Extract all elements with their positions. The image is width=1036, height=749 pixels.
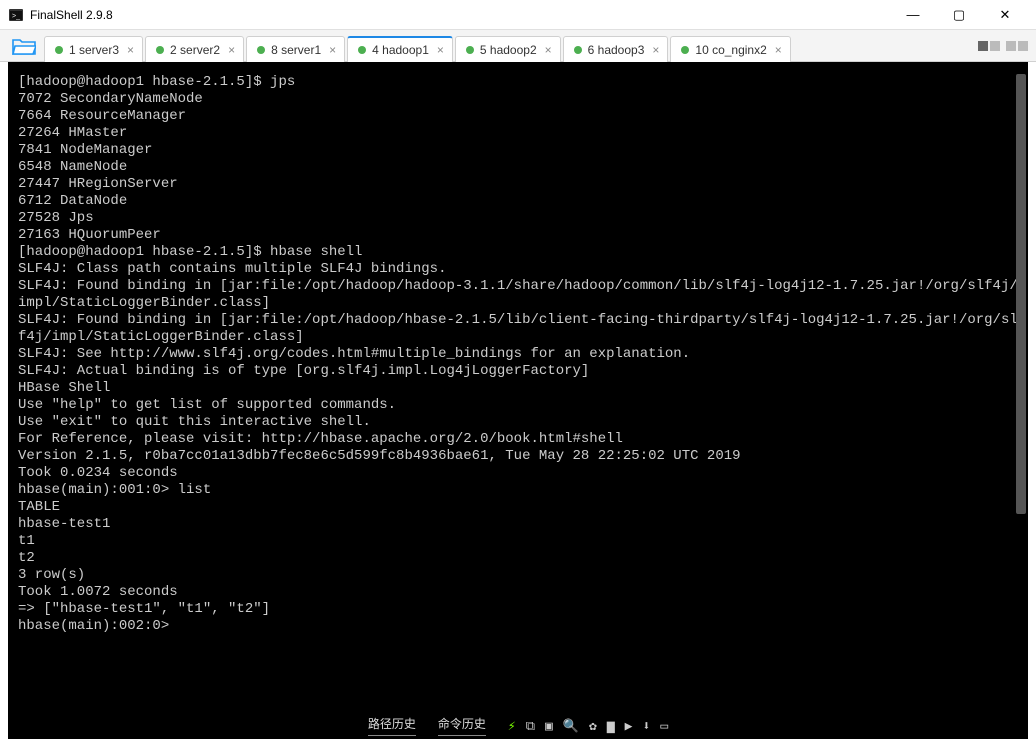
status-dot-icon (257, 46, 265, 54)
tab-8-server1[interactable]: 8 server1 × (246, 36, 345, 62)
play-icon[interactable]: ▶ (625, 718, 633, 735)
bolt-icon[interactable]: ⚡ (508, 718, 516, 735)
tab-close-icon[interactable]: × (652, 43, 659, 57)
bottom-icons: ⚡ ⧉ ▣ 🔍 ✿ ▆ ▶ ⬇ ▭ (508, 718, 668, 735)
cmd-history-button[interactable]: 命令历史 (438, 717, 486, 736)
tab-label: 8 server1 (271, 43, 321, 57)
window-controls: — ▢ ✕ (890, 0, 1028, 30)
bottom-toolbar: 路径历史 命令历史 ⚡ ⧉ ▣ 🔍 ✿ ▆ ▶ ⬇ ▭ (8, 713, 1028, 739)
status-dot-icon (466, 46, 474, 54)
window-icon[interactable]: ▭ (660, 718, 668, 735)
layout-grid-button[interactable] (978, 41, 1000, 51)
close-button[interactable]: ✕ (982, 0, 1028, 30)
tab-4-hadoop1[interactable]: 4 hadoop1 × (347, 36, 453, 62)
open-folder-button[interactable] (4, 30, 44, 61)
titlebar: >_ FinalShell 2.9.8 — ▢ ✕ (0, 0, 1036, 30)
tab-label: 1 server3 (69, 43, 119, 57)
tabbar-right (978, 30, 1036, 61)
tab-label: 4 hadoop1 (372, 43, 429, 57)
status-dot-icon (358, 46, 366, 54)
tab-close-icon[interactable]: × (437, 43, 444, 57)
svg-text:>_: >_ (12, 13, 20, 20)
gear-icon[interactable]: ✿ (589, 718, 597, 735)
path-history-button[interactable]: 路径历史 (368, 717, 416, 736)
tab-label: 10 co_nginx2 (695, 43, 766, 57)
layout-split-button[interactable] (1006, 41, 1028, 51)
maximize-button[interactable]: ▢ (936, 0, 982, 30)
search-icon[interactable]: 🔍 (563, 718, 579, 735)
status-dot-icon (681, 46, 689, 54)
minimize-button[interactable]: — (890, 0, 936, 30)
tab-2-server2[interactable]: 2 server2 × (145, 36, 244, 62)
tab-10-co_nginx2[interactable]: 10 co_nginx2 × (670, 36, 790, 62)
tab-close-icon[interactable]: × (228, 43, 235, 57)
tabs-container: 1 server3 × 2 server2 × 8 server1 × 4 hadoop1 ×… (44, 30, 978, 61)
app-icon: >_ (8, 7, 24, 23)
folder-icon[interactable]: ▆ (607, 718, 615, 735)
terminal[interactable]: [hadoop@hadoop1 hbase-2.1.5]$ jps 7072 S… (8, 62, 1028, 739)
tab-label: 5 hadoop2 (480, 43, 537, 57)
window-title: FinalShell 2.9.8 (30, 8, 890, 22)
status-dot-icon (574, 46, 582, 54)
tab-label: 2 server2 (170, 43, 220, 57)
tab-1-server3[interactable]: 1 server3 × (44, 36, 143, 62)
terminal-scrollbar[interactable] (1016, 74, 1026, 514)
tab-close-icon[interactable]: × (329, 43, 336, 57)
copy-icon[interactable]: ⧉ (526, 718, 535, 735)
tab-close-icon[interactable]: × (127, 43, 134, 57)
tab-6-hadoop3[interactable]: 6 hadoop3 × (563, 36, 669, 62)
tab-close-icon[interactable]: × (775, 43, 782, 57)
tab-label: 6 hadoop3 (588, 43, 645, 57)
status-dot-icon (55, 46, 63, 54)
tabbar: 1 server3 × 2 server2 × 8 server1 × 4 hadoop1 ×… (0, 30, 1036, 62)
terminal-output: [hadoop@hadoop1 hbase-2.1.5]$ jps 7072 S… (18, 74, 1022, 635)
paste-icon[interactable]: ▣ (545, 718, 553, 735)
tab-close-icon[interactable]: × (545, 43, 552, 57)
status-dot-icon (156, 46, 164, 54)
tab-5-hadoop2[interactable]: 5 hadoop2 × (455, 36, 561, 62)
download-icon[interactable]: ⬇ (643, 718, 651, 735)
